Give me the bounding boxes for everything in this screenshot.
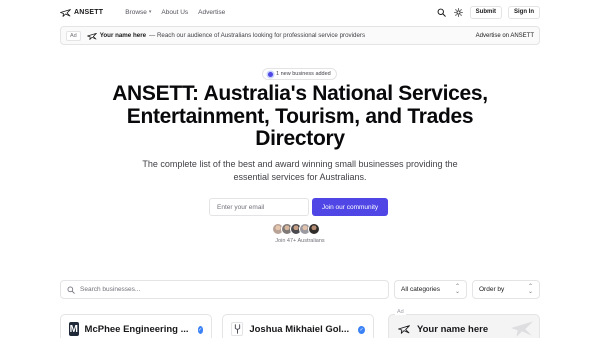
- ad-name: Your name here: [99, 32, 147, 39]
- avatar: [308, 223, 320, 235]
- category-select[interactable]: All categories ⌃ ⌄: [394, 280, 467, 299]
- nav-about-label: About Us: [161, 8, 189, 16]
- submit-button[interactable]: Submit: [469, 5, 502, 19]
- new-business-text: 1 new business added: [276, 71, 331, 77]
- join-community-button[interactable]: Join our community: [312, 198, 388, 216]
- search-icon[interactable]: [436, 7, 447, 18]
- status-dot-icon: [268, 71, 273, 77]
- ad-card[interactable]: Ad Your name here: [388, 309, 540, 338]
- search-placeholder: Search businesses...: [80, 286, 141, 293]
- nav-browse[interactable]: Browse ▾: [125, 9, 151, 16]
- order-by-select[interactable]: Order by ⌃ ⌄: [472, 280, 540, 299]
- nav-advertise[interactable]: Advertise: [198, 9, 225, 16]
- nav-browse-label: Browse: [125, 8, 147, 16]
- search-icon: [67, 286, 75, 294]
- logo-letter: M: [69, 323, 78, 335]
- joined-count-text: Join 47+ Australians: [275, 238, 325, 244]
- ad-card-title: Your name here: [417, 324, 489, 335]
- verified-icon: ✓: [197, 326, 203, 334]
- page-subtitle: The complete list of the best and award …: [142, 159, 458, 182]
- plane-icon: [510, 321, 534, 337]
- ad-badge: Ad: [395, 309, 406, 315]
- ad-badge: Ad: [66, 30, 81, 41]
- signup-form: Join our community: [209, 198, 389, 216]
- brand-logo[interactable]: ANSETT: [60, 8, 103, 17]
- new-business-badge: 1 new business added: [262, 68, 337, 80]
- business-name: McPhee Engineering ...: [84, 324, 189, 335]
- sign-in-button[interactable]: Sign In: [508, 5, 540, 19]
- plane-icon: [397, 322, 411, 336]
- search-input[interactable]: Search businesses...: [60, 280, 389, 299]
- top-navbar: ANSETT Browse ▾ About Us Advertise Submi…: [0, 0, 600, 24]
- brand-name: ANSETT: [74, 8, 104, 16]
- business-card[interactable]: Joshua Mikhaiel Gol... ✓: [222, 314, 374, 338]
- sun-icon[interactable]: [453, 7, 464, 18]
- chevron-down-icon: ▾: [148, 9, 152, 15]
- main-nav: Browse ▾ About Us Advertise: [125, 9, 225, 16]
- business-card[interactable]: M McPhee Engineering ... ✓: [60, 314, 212, 338]
- category-value: All categories: [401, 286, 441, 293]
- plane-icon: [86, 32, 97, 40]
- verified-icon: ✓: [358, 326, 365, 334]
- chevron-up-down-icon: ⌃ ⌄: [454, 283, 460, 295]
- nav-advertise-label: Advertise: [198, 8, 226, 16]
- ad-banner[interactable]: Ad Your name here — Reach our audience o…: [60, 26, 540, 45]
- page-title: ANSETT: Australia's National Services, E…: [112, 82, 488, 150]
- tuning-fork-icon: [231, 322, 244, 336]
- nav-about-us[interactable]: About Us: [161, 9, 188, 16]
- chevron-up-down-icon: ⌃ ⌄: [527, 283, 533, 295]
- advertise-link[interactable]: Advertise on ANSETT: [476, 33, 534, 39]
- plane-icon: [60, 8, 71, 17]
- business-name: Joshua Mikhaiel Gol...: [249, 324, 350, 335]
- order-by-value: Order by: [479, 286, 505, 293]
- avatar-group: [272, 223, 320, 236]
- header-actions: Submit Sign In: [436, 5, 540, 19]
- email-field[interactable]: [209, 198, 309, 216]
- business-logo: M: [69, 322, 79, 336]
- ad-text: — Reach our audience of Australians look…: [149, 32, 366, 39]
